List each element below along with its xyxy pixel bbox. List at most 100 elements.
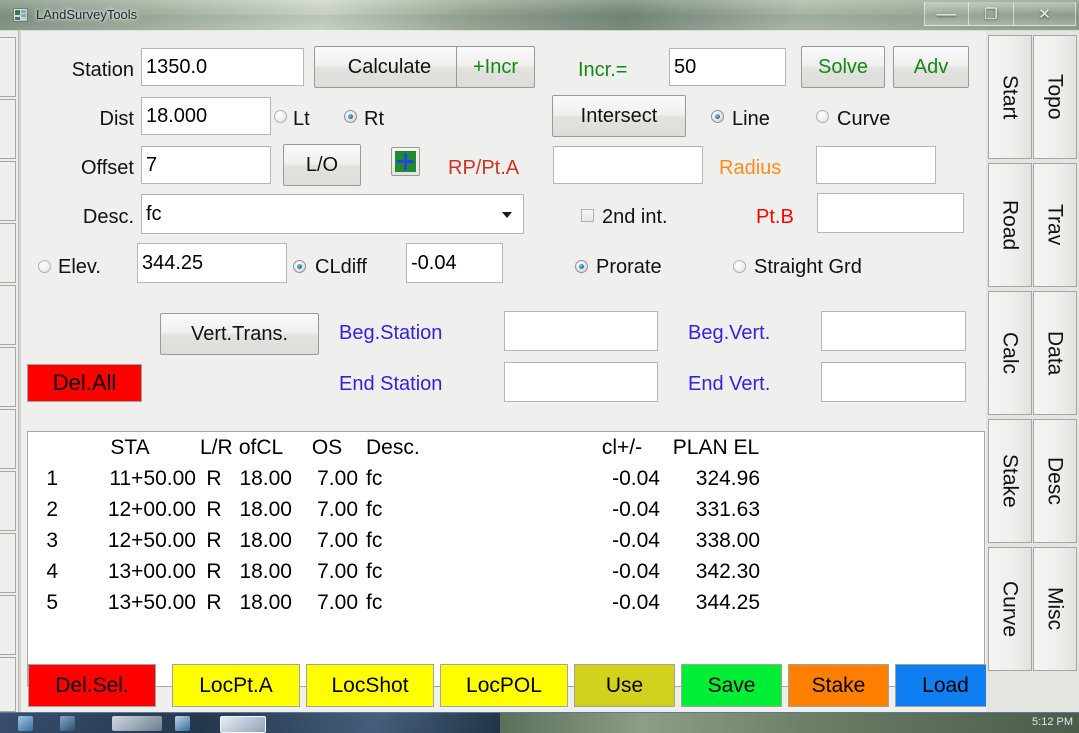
tab-start[interactable]: Start bbox=[988, 35, 1032, 159]
taskbar-icon-4[interactable] bbox=[175, 716, 190, 731]
cldiff-input[interactable]: -0.04 bbox=[406, 243, 503, 283]
row-desc: fc bbox=[366, 498, 383, 521]
elev-label: Elev. bbox=[58, 256, 101, 278]
del-all-button[interactable]: Del.All bbox=[27, 364, 142, 402]
geom-line-radio[interactable] bbox=[711, 110, 724, 123]
tab-misc[interactable]: Misc bbox=[1033, 547, 1077, 671]
end-station-input[interactable] bbox=[504, 362, 658, 402]
header-lr: L/R bbox=[200, 436, 233, 459]
table-row[interactable]: 1 11+50.00 R 18.00 7.00 fc -0.04 324.96 bbox=[28, 463, 984, 494]
row-sta: 13+00.00 bbox=[107, 560, 196, 583]
table-row[interactable]: 5 13+50.00 R 18.00 7.00 fc -0.04 344.25 bbox=[28, 587, 984, 618]
left-tab-10[interactable] bbox=[0, 595, 16, 655]
calculate-button[interactable]: Calculate bbox=[314, 46, 465, 88]
station-input[interactable]: 1350.0 bbox=[141, 48, 304, 86]
chevron-down-icon[interactable] bbox=[502, 212, 512, 218]
tab-curve[interactable]: Curve bbox=[988, 547, 1032, 671]
prorate-radio[interactable] bbox=[575, 260, 588, 273]
left-tab-8[interactable] bbox=[0, 471, 16, 531]
save-button[interactable]: Save bbox=[681, 664, 782, 707]
minimize-button[interactable]: — bbox=[924, 2, 969, 26]
second-int-checkbox[interactable] bbox=[581, 209, 594, 222]
left-tab-6[interactable] bbox=[0, 347, 16, 407]
side-rt-radio[interactable] bbox=[344, 110, 357, 123]
left-tab-1[interactable] bbox=[0, 37, 16, 97]
incr-input[interactable]: 50 bbox=[669, 48, 786, 86]
taskbar-icon-5[interactable] bbox=[220, 716, 266, 733]
left-tab-3[interactable] bbox=[0, 161, 16, 221]
taskbar[interactable]: 5:12 PM bbox=[0, 712, 1079, 733]
desc-combo[interactable]: fc bbox=[141, 194, 524, 234]
dist-input[interactable]: 18.000 bbox=[141, 97, 271, 135]
left-tab-11[interactable] bbox=[0, 657, 16, 712]
geom-curve-radio[interactable] bbox=[816, 110, 829, 123]
del-sel-button[interactable]: Del.Sel. bbox=[28, 664, 156, 707]
left-tab-2[interactable] bbox=[0, 99, 16, 159]
left-tab-7[interactable] bbox=[0, 409, 16, 469]
ptb-input[interactable] bbox=[817, 193, 964, 233]
tab-desc[interactable]: Desc bbox=[1033, 419, 1077, 543]
solve-button[interactable]: Solve bbox=[801, 46, 885, 88]
cldiff-radio[interactable] bbox=[293, 260, 306, 273]
radius-label: Radius bbox=[719, 157, 782, 179]
row-desc: fc bbox=[366, 467, 383, 490]
lo-button[interactable]: L/O bbox=[283, 144, 361, 186]
vert-trans-button[interactable]: Vert.Trans. bbox=[160, 313, 319, 355]
elev-radio[interactable] bbox=[38, 260, 51, 273]
left-tab-5[interactable] bbox=[0, 285, 16, 345]
header-el: PLAN EL bbox=[672, 436, 760, 459]
end-station-label: End Station bbox=[339, 373, 443, 395]
tab-misc-label: Misc bbox=[1043, 587, 1067, 631]
radius-input[interactable] bbox=[816, 146, 936, 184]
end-vert-input[interactable] bbox=[821, 362, 966, 402]
side-lt-radio[interactable] bbox=[274, 110, 287, 123]
straight-grd-radio[interactable] bbox=[733, 260, 746, 273]
tab-topo[interactable]: Topo bbox=[1033, 35, 1077, 159]
taskbar-icon-1[interactable] bbox=[18, 716, 33, 731]
tab-stake[interactable]: Stake bbox=[988, 419, 1032, 543]
tab-road-label: Road bbox=[998, 199, 1022, 251]
geom-line-label: Line bbox=[732, 108, 770, 130]
load-button[interactable]: Load bbox=[895, 664, 996, 707]
locpol-button[interactable]: LocPOL bbox=[440, 664, 568, 707]
tab-data[interactable]: Data bbox=[1033, 291, 1077, 415]
beg-station-input[interactable] bbox=[504, 311, 658, 351]
locshot-button[interactable]: LocShot bbox=[306, 664, 434, 707]
tab-road[interactable]: Road bbox=[988, 163, 1032, 287]
left-tab-9[interactable] bbox=[0, 533, 16, 593]
table-row[interactable]: 2 12+00.00 R 18.00 7.00 fc -0.04 331.63 bbox=[28, 494, 984, 525]
table-row[interactable]: 3 12+50.00 R 18.00 7.00 fc -0.04 338.00 bbox=[28, 525, 984, 556]
tab-calc[interactable]: Calc bbox=[988, 291, 1032, 415]
stake-button[interactable]: Stake bbox=[788, 664, 889, 707]
offset-label: Offset bbox=[81, 157, 134, 179]
taskbar-icon-2[interactable] bbox=[60, 716, 75, 731]
desc-label: Desc. bbox=[82, 206, 134, 228]
row-cl: -0.04 bbox=[612, 467, 660, 490]
use-button[interactable]: Use bbox=[574, 664, 675, 707]
row-lr: R bbox=[206, 498, 222, 521]
results-list[interactable]: STA L/R ofCL OS Desc. cl+/- PLAN EL 1 11… bbox=[27, 431, 985, 687]
table-row[interactable]: 4 13+00.00 R 18.00 7.00 fc -0.04 342.30 bbox=[28, 556, 984, 587]
title-bar[interactable]: LAndSurveyTools — ❐ ✕ bbox=[0, 0, 1079, 31]
adv-button[interactable]: Adv bbox=[893, 46, 969, 88]
elev-input[interactable]: 344.25 bbox=[137, 243, 287, 283]
offset-input[interactable]: 7 bbox=[141, 146, 271, 184]
row-index: 1 bbox=[46, 467, 58, 490]
intersect-button[interactable]: Intersect bbox=[552, 95, 686, 137]
left-tab-4[interactable] bbox=[0, 223, 16, 283]
row-desc: fc bbox=[366, 529, 383, 552]
row-ofcl: 18.00 bbox=[239, 591, 292, 614]
incr-button[interactable]: +Incr bbox=[456, 46, 535, 88]
row-ofcl: 18.00 bbox=[239, 498, 292, 521]
close-button[interactable]: ✕ bbox=[1014, 2, 1076, 26]
beg-vert-label: Beg.Vert. bbox=[688, 322, 771, 344]
maximize-button[interactable]: ❐ bbox=[969, 2, 1014, 26]
beg-vert-input[interactable] bbox=[821, 311, 966, 351]
locpt-a-button[interactable]: LocPt.A bbox=[172, 664, 300, 707]
add-point-button[interactable] bbox=[391, 147, 420, 176]
rp-pta-input[interactable] bbox=[553, 146, 703, 184]
row-lr: R bbox=[206, 560, 222, 583]
row-os: 7.00 bbox=[317, 560, 358, 583]
taskbar-icon-3[interactable] bbox=[112, 716, 162, 731]
tab-trav[interactable]: Trav bbox=[1033, 163, 1077, 287]
